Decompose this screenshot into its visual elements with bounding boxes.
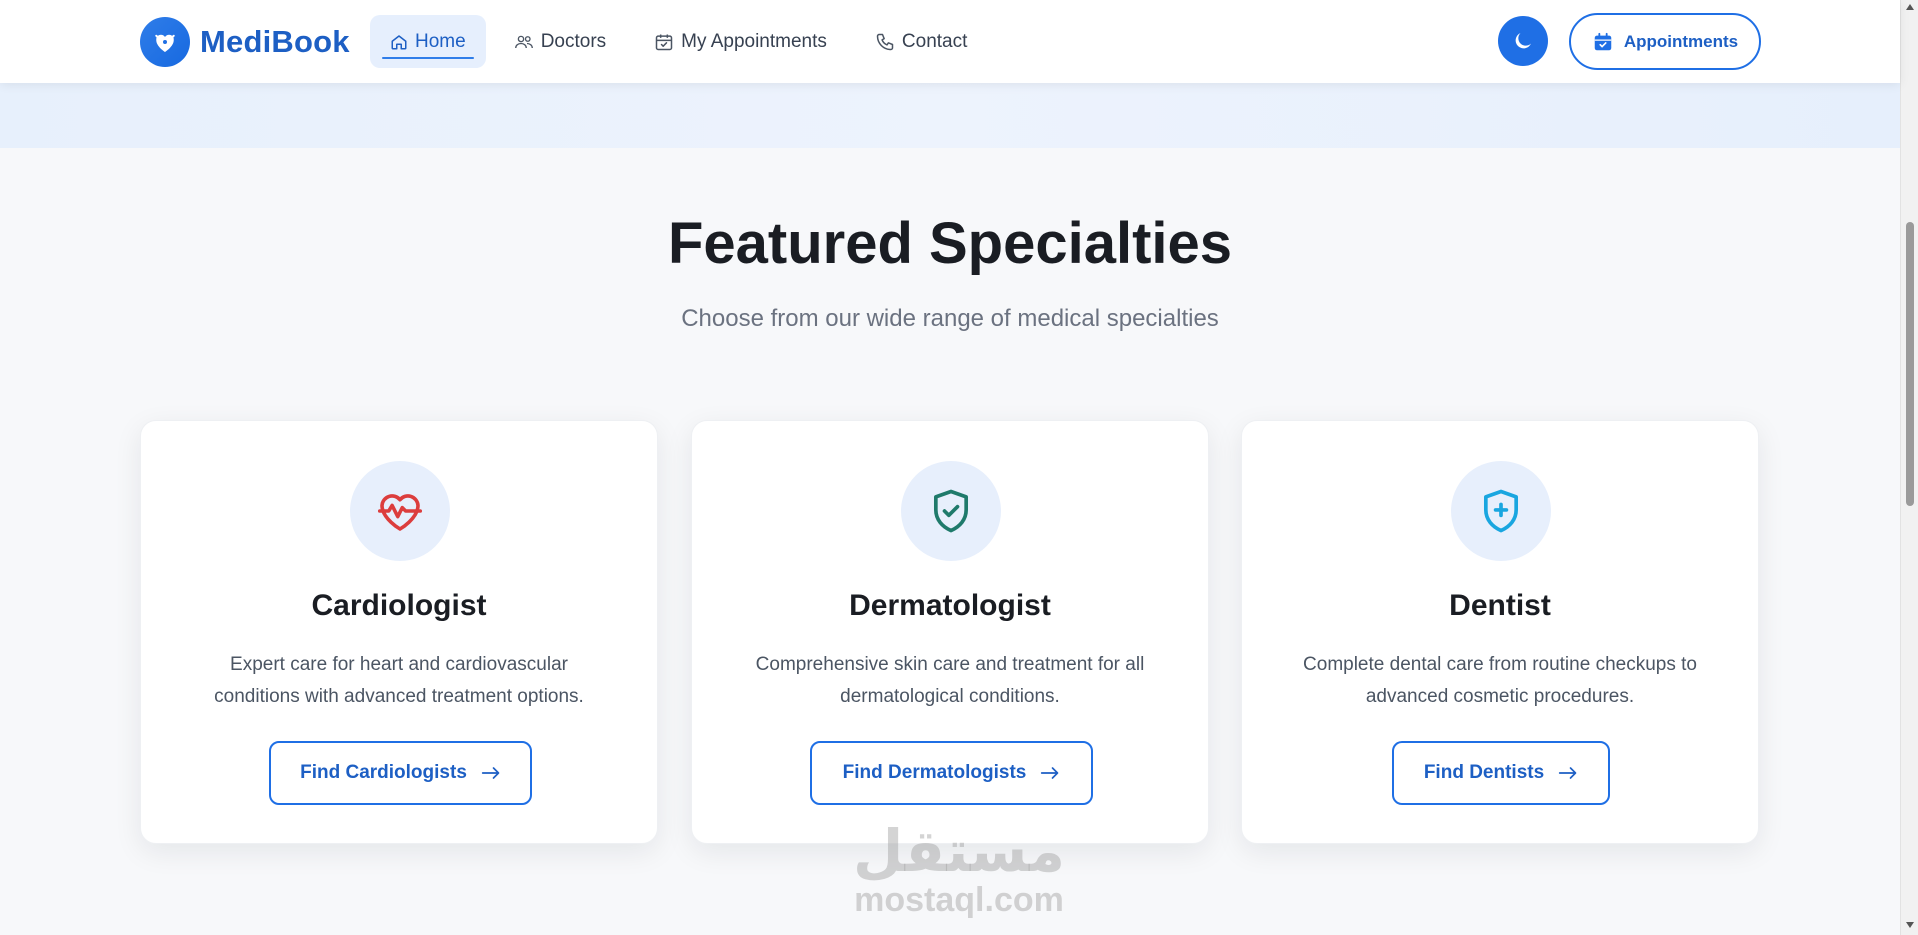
find-button-label: Find Dentists — [1423, 762, 1545, 783]
scroll-down-arrow-icon[interactable] — [1906, 922, 1914, 928]
shield-plus-icon — [1483, 489, 1519, 533]
specialty-card-dentist: Dentist Complete dental care from routin… — [1241, 420, 1759, 844]
arrow-right-icon — [1559, 767, 1577, 779]
specialty-card-dermatologist: Dermatologist Comprehensive skin care an… — [691, 420, 1209, 844]
specialty-description: Comprehensive skin care and treatment fo… — [755, 654, 1145, 707]
arrow-right-icon — [481, 767, 500, 779]
scrollbar-thumb[interactable] — [1906, 222, 1914, 506]
top-navbar: MediBook Home Doctors My Appointments Co… — [0, 0, 1900, 83]
heart-pulse-icon — [377, 494, 423, 531]
brand-name: MediBook — [200, 24, 350, 59]
nav-item-label: Contact — [901, 30, 968, 52]
specialty-description: Complete dental care from routine checku… — [1303, 654, 1697, 707]
specialty-description: Expert care for heart and cardiovascular… — [214, 654, 584, 707]
find-button-label: Find Dermatologists — [842, 762, 1027, 783]
nav-item-label: Home — [415, 30, 466, 52]
specialty-icon-circle — [901, 461, 1001, 561]
nav-item-my-appointments[interactable]: My Appointments — [634, 15, 847, 68]
brand[interactable]: MediBook — [140, 17, 350, 67]
watermark: مستقل mostaql.com — [843, 820, 1075, 918]
find-dentists-button[interactable]: Find Dentists — [1392, 741, 1610, 805]
nav-item-doctors[interactable]: Doctors — [494, 15, 626, 68]
specialty-icon-circle — [350, 461, 450, 561]
calendar-check-icon — [1594, 32, 1612, 50]
calendar-check-icon — [655, 34, 673, 50]
arrow-right-icon — [1041, 767, 1059, 779]
users-icon — [514, 35, 533, 48]
shield-check-icon — [933, 489, 969, 533]
find-cardiologists-button[interactable]: Find Cardiologists — [269, 741, 532, 805]
specialty-icon-circle — [1451, 461, 1551, 561]
specialty-title: Dentist — [1449, 589, 1551, 622]
nav-item-home[interactable]: Home — [370, 15, 486, 68]
find-dermatologists-button[interactable]: Find Dermatologists — [810, 741, 1093, 805]
find-button-label: Find Cardiologists — [300, 762, 467, 783]
hero-section-bottom — [0, 83, 1900, 148]
nav-item-label: My Appointments — [681, 30, 827, 52]
main-nav: Home Doctors My Appointments Contact — [370, 15, 995, 68]
appointments-button[interactable]: Appointments — [1569, 13, 1761, 70]
specialty-title: Cardiologist — [311, 589, 487, 622]
nav-item-label: Doctors — [540, 30, 607, 52]
theme-toggle-button[interactable] — [1498, 16, 1548, 66]
specialty-title: Dermatologist — [849, 589, 1051, 622]
home-icon — [391, 34, 407, 49]
phone-icon — [876, 33, 894, 50]
watermark-latin: mostaql.com — [854, 881, 1064, 919]
specialty-card-cardiologist: Cardiologist Expert care for heart and c… — [140, 420, 658, 844]
moon-icon — [1515, 33, 1531, 49]
section-title: Featured Specialties — [667, 211, 1233, 276]
section-subtitle: Choose from our wide range of medical sp… — [681, 305, 1219, 332]
nav-item-contact[interactable]: Contact — [855, 15, 987, 68]
appointments-button-label: Appointments — [1623, 31, 1739, 51]
page-scrollbar[interactable] — [1900, 0, 1918, 935]
scroll-up-arrow-icon[interactable] — [1906, 4, 1914, 10]
watermark-arabic: مستقل — [852, 817, 1066, 885]
heart-hand-icon — [140, 17, 190, 67]
